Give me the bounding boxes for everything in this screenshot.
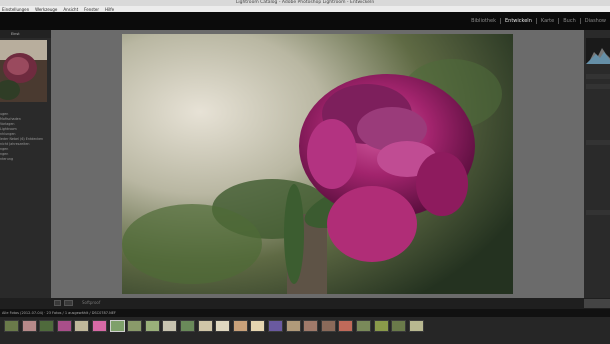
menu-item-view[interactable]: Ansicht: [63, 7, 78, 12]
filmstrip-status: Alle Fotos (2012-07-04) · 23 Fotos / 1 a…: [0, 309, 610, 317]
filmstrip-thumb[interactable]: [250, 320, 266, 332]
filmstrip-thumb[interactable]: [4, 320, 19, 332]
main-photo-image: [122, 34, 513, 294]
filmstrip-thumb[interactable]: [56, 320, 72, 332]
filmstrip-thumb[interactable]: [391, 320, 407, 332]
filmstrip-thumb[interactable]: [285, 320, 301, 332]
filmstrip-thumb[interactable]: [268, 320, 283, 332]
filmstrip-thumb[interactable]: [232, 320, 248, 332]
navigator-preview-image: [0, 40, 47, 102]
panel-header[interactable]: [586, 84, 610, 89]
filmstrip-thumb[interactable]: [215, 320, 231, 332]
navigator-header[interactable]: Einst: [0, 30, 51, 38]
menu-item-tools[interactable]: Werkzeuge: [35, 7, 57, 12]
view-compare-button[interactable]: [64, 300, 73, 306]
histogram: [586, 38, 610, 64]
navigator-label: Einst: [11, 32, 20, 36]
filmstrip-thumb[interactable]: [162, 320, 178, 332]
filmstrip-thumb[interactable]: [338, 320, 354, 332]
filmstrip-thumb[interactable]: [127, 320, 143, 332]
view-single-button[interactable]: [54, 300, 61, 306]
filmstrip-thumb[interactable]: [39, 320, 55, 332]
menu-item-help[interactable]: Hilfe: [105, 7, 114, 12]
module-library[interactable]: Bibliothek: [467, 18, 500, 24]
right-panel: [584, 30, 610, 298]
filmstrip-thumb[interactable]: [197, 320, 213, 332]
filmstrip-thumb[interactable]: [408, 320, 424, 332]
module-picker: Bibliothek Entwickeln Karte Buch Diashow: [467, 12, 610, 30]
filmstrip-thumb[interactable]: [180, 320, 195, 332]
main-photo[interactable]: [122, 34, 513, 294]
filmstrip-thumb[interactable]: [92, 320, 107, 332]
menu-item-settings[interactable]: Einstellungen: [2, 7, 29, 12]
module-develop[interactable]: Entwickeln: [500, 18, 536, 24]
module-book[interactable]: Buch: [558, 18, 580, 24]
filmstrip-thumb[interactable]: [144, 320, 160, 332]
softproof-toggle[interactable]: Softproof: [82, 299, 100, 307]
menu-item-window[interactable]: Fenster: [84, 7, 99, 12]
filmstrip-thumb[interactable]: [303, 320, 319, 332]
filmstrip-thumb[interactable]: [320, 320, 336, 332]
panel-header[interactable]: [586, 74, 610, 79]
filmstrip-thumb[interactable]: [373, 320, 389, 332]
left-item[interactable]: nterung: [0, 157, 51, 162]
navigator-preview[interactable]: [0, 40, 47, 102]
module-slideshow[interactable]: Diashow: [579, 18, 610, 24]
panel-header[interactable]: [586, 140, 610, 145]
filmstrip-thumb[interactable]: [21, 320, 37, 332]
filmstrip-thumb[interactable]: [74, 320, 90, 332]
filmstrip-thumb[interactable]: [356, 320, 371, 332]
reset-button[interactable]: [584, 299, 610, 308]
histogram-graph: [586, 48, 610, 64]
panel-header[interactable]: [586, 210, 610, 215]
module-map[interactable]: Karte: [535, 18, 558, 24]
filmstrip-thumb[interactable]: [109, 320, 125, 332]
left-panel-list: ugen Mofischaden Vorlagen Lightroom nhlu…: [0, 112, 51, 162]
